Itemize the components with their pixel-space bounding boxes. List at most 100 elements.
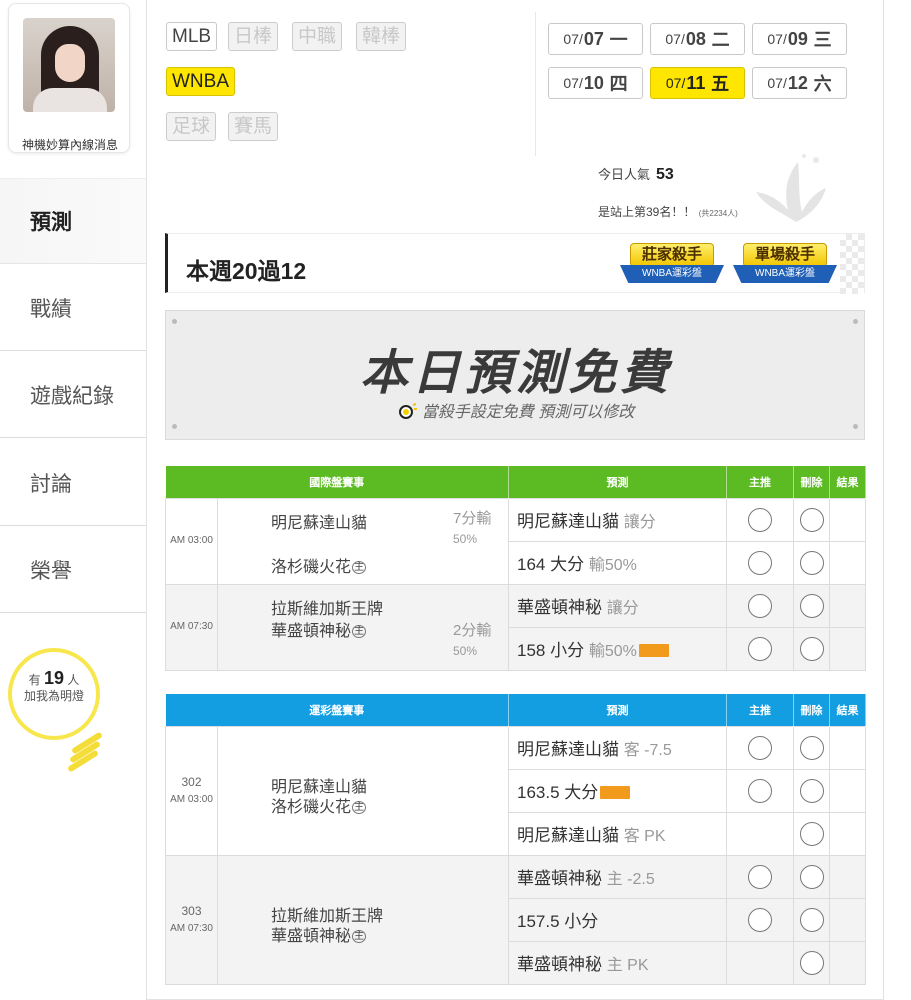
team-home: 華盛頓神秘主 <box>271 622 367 640</box>
date-button-0707[interactable]: 07/07 一 <box>548 23 643 55</box>
league-mlb[interactable]: MLB <box>166 22 218 51</box>
result-cell <box>829 497 866 542</box>
main-pick-radio[interactable] <box>726 768 794 813</box>
league-cpbl[interactable]: 中職 <box>292 22 343 51</box>
date-button-0709[interactable]: 07/09 三 <box>752 23 847 55</box>
result-cell <box>829 940 866 985</box>
delete-radio[interactable] <box>793 854 830 899</box>
avatar[interactable] <box>23 18 115 112</box>
prediction-pick[interactable]: 明尼蘇達山貓 讓分 <box>508 497 727 542</box>
nav-item-honors[interactable]: 榮譽 <box>0 527 146 613</box>
lightbulb-icon <box>398 403 417 419</box>
game-matchup: 拉斯維加斯王牌 華盛頓神秘主 <box>217 854 509 985</box>
game-time: AM 03:00 <box>165 497 218 585</box>
lottery-header-main-pick: 主推 <box>726 694 794 726</box>
league-npb[interactable]: 日棒 <box>228 22 279 51</box>
lightbulb-base-icon <box>64 731 108 773</box>
table-row: 303 AM 07:30 拉斯維加斯王牌 華盛頓神秘主 華盛頓神秘 主 -2.5 <box>165 854 866 985</box>
prediction-pick[interactable]: 華盛頓神秘 讓分 <box>508 583 727 628</box>
profile-card[interactable]: 神機妙算內線消息 <box>8 3 130 153</box>
main-pick-empty <box>726 811 794 856</box>
prediction-pick[interactable]: 163.5 大分 <box>508 768 727 813</box>
team-home: 華盛頓神秘主 <box>271 927 367 945</box>
intl-header-result: 結果 <box>829 466 866 498</box>
prediction-pick[interactable]: 158 小分 輸50% <box>508 626 727 671</box>
delete-radio[interactable] <box>793 626 830 671</box>
popularity-today: 今日人氣 53 <box>598 166 674 183</box>
league-kbo[interactable]: 韓棒 <box>356 22 407 51</box>
weekly-record: 本週20過12 <box>186 258 307 284</box>
date-button-0708[interactable]: 07/08 二 <box>650 23 745 55</box>
table-row: 302 AM 03:00 明尼蘇達山貓 洛杉磯火花主 明尼蘇達山貓 客 -7.5 <box>165 725 866 856</box>
decoration-icon <box>756 154 826 222</box>
featured-pick-tag <box>600 786 631 799</box>
main-pick-radio[interactable] <box>726 854 794 899</box>
date-button-0711[interactable]: 07/11 五 <box>650 67 745 99</box>
nav-item-predictions[interactable]: 預測 <box>0 178 146 264</box>
prediction-pick[interactable]: 157.5 小分 <box>508 897 727 942</box>
league-soccer[interactable]: 足球 <box>166 112 217 141</box>
delete-radio[interactable] <box>793 497 830 542</box>
team-home: 洛杉磯火花主 <box>271 798 367 816</box>
delete-radio[interactable] <box>793 540 830 585</box>
main-pick-radio[interactable] <box>726 497 794 542</box>
intl-header-main-pick: 主推 <box>726 466 794 498</box>
delete-radio[interactable] <box>793 940 830 985</box>
lottery-odds-table: 運彩盤賽事 預測 主推 刪除 結果 302 AM 03:00 明尼蘇達山貓 洛杉磯… <box>165 694 866 985</box>
result-cell <box>829 854 866 899</box>
checker-decoration <box>840 234 864 294</box>
game-number-time: 303 AM 07:30 <box>165 854 218 985</box>
nav-item-game-log[interactable]: 遊戲紀錄 <box>0 352 146 438</box>
result-cell <box>829 897 866 942</box>
main-pick-radio[interactable] <box>726 583 794 628</box>
lottery-header-result: 結果 <box>829 694 866 726</box>
lottery-header-delete: 刪除 <box>793 694 830 726</box>
prediction-pick[interactable]: 164 大分 輸50% <box>508 540 727 585</box>
date-button-0712[interactable]: 07/12 六 <box>752 67 847 99</box>
badge-banker-killer[interactable]: 莊家殺手 WNBA運彩盤 <box>620 243 724 291</box>
main-pick-radio[interactable] <box>726 897 794 942</box>
league-wnba[interactable]: WNBA <box>166 67 235 96</box>
delete-radio[interactable] <box>793 725 830 770</box>
weekly-record-bar: 本週20過12 莊家殺手 WNBA運彩盤 單場殺手 WNBA運彩盤 <box>165 233 865 294</box>
handicap: 2分輸 50% <box>453 621 492 658</box>
intl-header-prediction: 預測 <box>508 466 727 498</box>
delete-radio[interactable] <box>793 583 830 628</box>
badge-single-killer[interactable]: 單場殺手 WNBA運彩盤 <box>733 243 837 291</box>
nav-item-record[interactable]: 戰績 <box>0 265 146 351</box>
follower-count-text: 有 19 人 加我為明燈 <box>23 668 84 703</box>
game-time: AM 07:30 <box>165 583 218 671</box>
result-cell <box>829 811 866 856</box>
delete-radio[interactable] <box>793 811 830 856</box>
delete-radio[interactable] <box>793 768 830 813</box>
prediction-pick[interactable]: 明尼蘇達山貓 客 -7.5 <box>508 725 727 770</box>
date-button-0710[interactable]: 07/10 四 <box>548 67 643 99</box>
result-cell <box>829 725 866 770</box>
table-row: AM 03:00 明尼蘇達山貓 洛杉磯火花主 7分輸 50% 明尼蘇達山貓 讓分 <box>165 497 866 585</box>
result-cell <box>829 768 866 813</box>
follow-lamp-button[interactable]: 有 19 人 加我為明燈 <box>8 648 110 773</box>
profile-name[interactable]: 神機妙算內線消息 <box>9 136 131 153</box>
banner-subtitle: 當殺手設定免費 預測可以修改 <box>166 398 866 422</box>
divider <box>535 12 536 156</box>
prediction-pick[interactable]: 華盛頓神秘 主 PK <box>508 940 727 985</box>
lottery-header-match: 運彩盤賽事 <box>165 694 509 726</box>
handicap: 7分輸 50% <box>453 509 492 546</box>
banner-title: 本日預測免費 <box>359 347 672 400</box>
sidebar: 神機妙算內線消息 預測 戰績 遊戲紀錄 討論 榮譽 有 19 人 加我為明燈 <box>0 0 146 1000</box>
game-matchup: 明尼蘇達山貓 洛杉磯火花主 7分輸 50% <box>217 497 509 585</box>
delete-radio[interactable] <box>793 897 830 942</box>
main-pick-empty <box>726 940 794 985</box>
prediction-pick[interactable]: 明尼蘇達山貓 客 PK <box>508 811 727 856</box>
team-away: 拉斯維加斯王牌 <box>271 600 384 618</box>
lottery-header-prediction: 預測 <box>508 694 727 726</box>
table-row: AM 07:30 拉斯維加斯王牌 華盛頓神秘主 2分輸 50% 華盛頓神秘 讓分 <box>165 583 866 671</box>
intl-header-match: 國際盤賽事 <box>165 466 509 498</box>
main-pick-radio[interactable] <box>726 540 794 585</box>
main-pick-radio[interactable] <box>726 626 794 671</box>
league-horse-racing[interactable]: 賽馬 <box>228 112 279 141</box>
prediction-pick[interactable]: 華盛頓神秘 主 -2.5 <box>508 854 727 899</box>
main-pick-radio[interactable] <box>726 725 794 770</box>
nav-item-discussion[interactable]: 討論 <box>0 440 146 526</box>
game-matchup: 明尼蘇達山貓 洛杉磯火花主 <box>217 725 509 856</box>
